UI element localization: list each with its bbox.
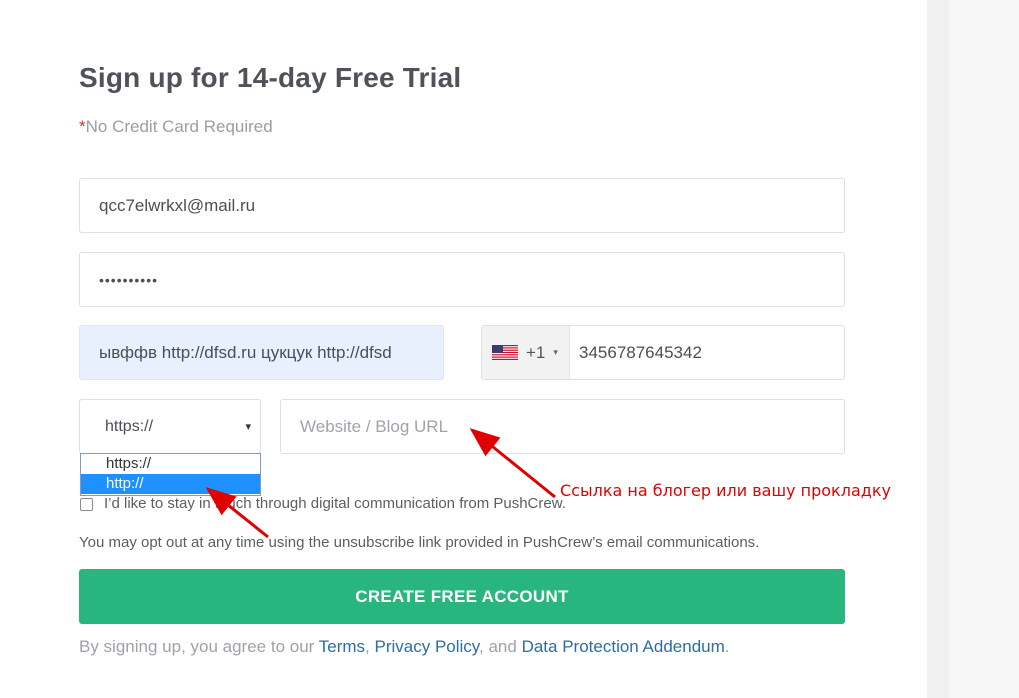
legal-suffix: . — [724, 637, 730, 656]
terms-link[interactable]: Terms — [319, 637, 365, 656]
us-flag-icon — [492, 345, 518, 360]
protocol-option-http[interactable]: http:// — [81, 474, 260, 494]
phone-number-value: 3456787645342 — [579, 342, 702, 362]
website-url-placeholder: Website / Blog URL — [300, 416, 449, 436]
consent-checkbox[interactable] — [80, 498, 93, 511]
dial-code: +1 — [526, 342, 546, 362]
no-credit-card-text: No Credit Card Required — [85, 117, 273, 136]
legal-notice: By signing up, you agree to our Terms, P… — [79, 637, 730, 657]
required-asterisk: * — [79, 117, 86, 136]
create-free-account-button[interactable]: CREATE FREE ACCOUNT — [79, 569, 845, 624]
annotation-text: Ссылка на блогер или вашу прокладку — [560, 481, 891, 500]
protocol-option-https[interactable]: https:// — [81, 454, 260, 474]
consent-label: I’d like to stay in touch through digita… — [104, 495, 566, 512]
opt-out-notice: You may opt out at any time using the un… — [79, 534, 760, 551]
email-field[interactable]: qcc7elwrkxl@mail.ru — [79, 178, 845, 233]
name-field[interactable]: ывффв http://dfsd.ru цукцук http://dfsd — [79, 325, 444, 380]
legal-prefix: By signing up, you agree to our — [79, 637, 319, 656]
protocol-dropdown-list[interactable]: https:// http:// — [80, 453, 261, 496]
legal-sep-2: , and — [479, 637, 522, 656]
password-value: •••••••••• — [99, 271, 159, 288]
website-url-input[interactable]: Website / Blog URL — [280, 399, 845, 454]
sidebar-gutter — [927, 0, 949, 698]
protocol-selected-value: https:// — [105, 417, 154, 435]
protocol-select[interactable]: https:// ▾ — [79, 399, 261, 454]
dropdown-arrow-icon: ▾ — [245, 421, 251, 433]
page-title: Sign up for 14-day Free Trial — [79, 62, 462, 93]
phone-field[interactable]: +1 ▾ 3456787645342 — [481, 325, 845, 380]
data-protection-addendum-link[interactable]: Data Protection Addendum — [522, 637, 725, 656]
name-value: ывффв http://dfsd.ru цукцук http://dfsd — [99, 342, 392, 362]
privacy-policy-link[interactable]: Privacy Policy — [374, 637, 479, 656]
right-side-panel — [949, 0, 1019, 698]
country-code-selector[interactable]: +1 ▾ — [482, 326, 570, 379]
email-value: qcc7elwrkxl@mail.ru — [99, 195, 256, 215]
no-credit-card-note: *No Credit Card Required — [79, 117, 273, 137]
password-field[interactable]: •••••••••• — [79, 252, 845, 307]
chevron-down-icon: ▾ — [553, 347, 558, 357]
